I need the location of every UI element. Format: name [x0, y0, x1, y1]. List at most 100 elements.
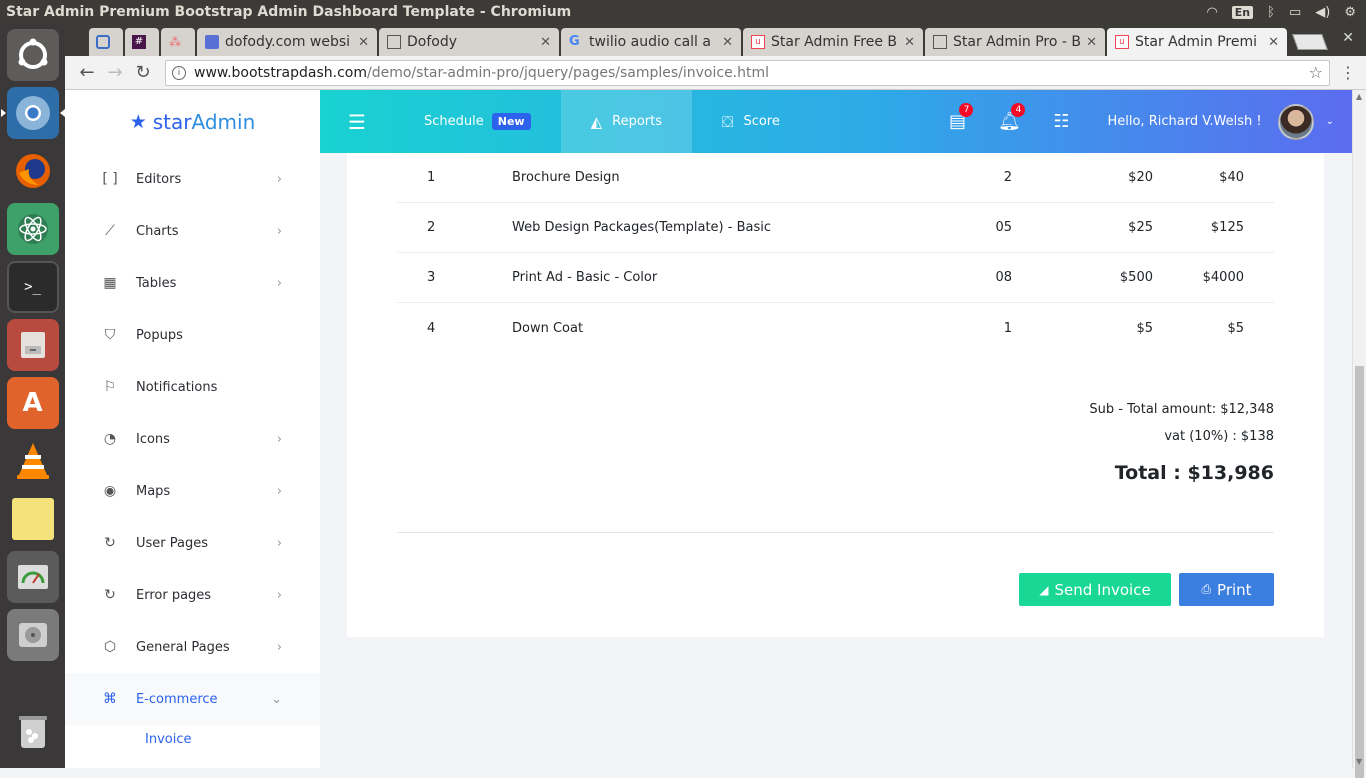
notifications-button[interactable]: 🔔︎ 4 — [983, 103, 1035, 132]
brand-logo[interactable]: ★ star Admin — [65, 90, 320, 153]
grand-total: Total : $13,986 — [1114, 462, 1274, 484]
tab-slack[interactable]: # — [125, 28, 159, 56]
trash-icon[interactable] — [6, 706, 59, 758]
chevron-down-icon: ⌄ — [271, 691, 282, 707]
forward-arrow-icon[interactable]: → — [101, 62, 129, 83]
disk-drive-icon[interactable] — [6, 609, 59, 661]
sidebar-item-notifications[interactable]: ⚐ Notifications — [65, 361, 320, 413]
system-monitor-icon[interactable] — [6, 551, 59, 603]
send-invoice-button[interactable]: ◢ Send Invoice — [1019, 573, 1171, 606]
refresh-icon: ↻ — [104, 535, 116, 551]
firefox-icon[interactable] — [6, 145, 59, 197]
chevron-right-icon: › — [276, 587, 282, 603]
window-close-icon[interactable]: ✕ — [1342, 30, 1354, 46]
chevron-right-icon: › — [276, 223, 282, 239]
chevron-right-icon: › — [276, 275, 282, 291]
sidebar-item-maps[interactable]: ◉ Maps › — [65, 465, 320, 517]
main-content: 1 Brochure Design 2 $20 $40 2 Web Design Packa… — [320, 153, 1352, 768]
volume-icon[interactable]: ◀) — [1315, 5, 1330, 20]
tab-asana[interactable]: ⁂ — [161, 28, 195, 56]
sidebar-item-user-pages[interactable]: ↻ User Pages › — [65, 517, 320, 569]
nav-schedule[interactable]: Schedule New — [394, 90, 561, 153]
tab-close-icon[interactable]: ✕ — [1086, 35, 1097, 50]
tab-close-icon[interactable]: ✕ — [904, 35, 915, 50]
sidebar-item-popups[interactable]: ⛉ Popups — [65, 309, 320, 361]
window-title: Star Admin Premium Bootstrap Admin Dashb… — [6, 4, 572, 20]
sidebar-item-label: Notifications — [136, 379, 218, 395]
address-bar[interactable]: i www.bootstrapdash.com/demo/star-admin-… — [165, 59, 1330, 86]
chromium-icon[interactable] — [0, 87, 65, 139]
sidebar-item-e-commerce[interactable]: ⌘ E-commerce ⌄ — [65, 673, 320, 725]
vlc-icon[interactable] — [6, 435, 59, 487]
sidebar-item-icons[interactable]: ◔ Icons › — [65, 413, 320, 465]
battery-icon[interactable]: ▭ — [1289, 5, 1301, 20]
sidebar-item-tables[interactable]: ▦ Tables › — [65, 257, 320, 309]
area-chart-icon: ◭ — [590, 112, 603, 131]
chevron-right-icon: › — [276, 535, 282, 551]
sidebar-subitem-invoice[interactable]: Invoice — [65, 725, 320, 753]
tab-dofody[interactable]: Dofody ✕ — [379, 28, 559, 56]
scrollbar-thumb[interactable] — [1355, 366, 1364, 778]
cell-qty: 2 — [1003, 170, 1012, 185]
bluetooth-icon[interactable]: ᛒ — [1267, 5, 1275, 20]
nav-reports[interactable]: ◭ Reports — [560, 90, 693, 153]
settings-gear-icon[interactable]: ⚙ — [1344, 5, 1356, 20]
sidebar-item-label: General Pages — [136, 639, 230, 655]
google-icon: G — [569, 34, 580, 49]
software-center-icon[interactable]: A — [6, 377, 59, 429]
file-cabinet-icon[interactable] — [6, 319, 59, 371]
sticky-notes-icon[interactable] — [6, 493, 59, 545]
atom-editor-icon[interactable] — [6, 203, 59, 255]
wifi-icon[interactable]: ◠ — [1206, 5, 1217, 20]
cell-description: Web Design Packages(Template) - Basic — [512, 220, 771, 235]
chevron-right-icon: › — [276, 639, 282, 655]
browser-menu-icon[interactable]: ⋮ — [1338, 63, 1358, 82]
tab-close-icon[interactable]: ✕ — [540, 35, 551, 50]
terminal-icon[interactable]: >_ — [6, 261, 59, 313]
doc-icon — [205, 35, 219, 49]
sidebar-item-general-pages[interactable]: ⬡ General Pages › — [65, 621, 320, 673]
ubuntu-dash-icon[interactable] — [6, 29, 59, 81]
page-icon — [387, 35, 401, 49]
site-info-icon[interactable]: i — [172, 65, 186, 80]
cell-num: 3 — [427, 270, 436, 285]
scroll-down-icon[interactable]: ▼ — [1356, 757, 1362, 766]
tab-close-icon[interactable]: ✕ — [722, 35, 733, 50]
tab-dofody-doc[interactable]: dofody.com websi ✕ — [197, 28, 377, 56]
scroll-up-icon[interactable]: ▲ — [1356, 92, 1362, 101]
nav-score[interactable]: ⛋ Score — [692, 90, 810, 153]
url-host: www.bootstrapdash.com — [194, 64, 368, 81]
sidebar-item-label: Icons — [136, 431, 170, 447]
tab-star-admin-pro[interactable]: Star Admin Pro - B ✕ — [925, 28, 1105, 56]
back-arrow-icon[interactable]: ← — [73, 62, 101, 83]
shield-icon: ⛉ — [104, 327, 116, 343]
bookmark-star-icon[interactable]: ☆ — [1309, 63, 1323, 82]
table-row: 3 Print Ad - Basic - Color 08 $500 $4000 — [397, 253, 1274, 303]
new-tab-button[interactable] — [1292, 34, 1328, 50]
command-icon: ⌘ — [103, 691, 117, 707]
sidebar-item-label: Charts — [136, 223, 179, 239]
sidebar-item-charts[interactable]: ⟋ Charts › — [65, 205, 320, 257]
sidebar-item-error-pages[interactable]: ↻ Error pages › — [65, 569, 320, 621]
cell-unit: $500 — [1119, 270, 1153, 285]
omnibar: ← → ↻ i www.bootstrapdash.com/demo/star-… — [65, 56, 1366, 90]
tab-twilio[interactable]: Gtwilio audio call a ✕ — [561, 28, 741, 56]
keyboard-layout-indicator[interactable]: En — [1231, 5, 1254, 19]
sidebar-item-editors[interactable]: [ ] Editors › — [65, 153, 320, 205]
map-pin-icon: ◉ — [103, 483, 117, 499]
settings-sliders-button[interactable]: ☷ — [1035, 111, 1087, 132]
cell-description: Print Ad - Basic - Color — [512, 270, 658, 285]
tab-star-admin-free[interactable]: u Star Admin Free B ✕ — [743, 28, 923, 56]
page-scrollbar[interactable]: ▲ ▼ — [1352, 90, 1366, 778]
tab-close-icon[interactable]: ✕ — [358, 35, 369, 50]
chevron-down-icon[interactable]: ⌄ — [1326, 116, 1334, 127]
avatar[interactable] — [1277, 103, 1314, 140]
messages-button[interactable]: ▤ 7 — [931, 103, 983, 132]
tab-close-icon[interactable]: ✕ — [1268, 35, 1279, 50]
reload-icon[interactable]: ↻ — [129, 62, 157, 83]
tab-star-admin-premium[interactable]: u Star Admin Premi ✕ — [1107, 28, 1287, 56]
user-greeting[interactable]: Hello, Richard V.Welsh ! — [1107, 114, 1261, 129]
hamburger-menu-icon[interactable]: ☰ — [320, 110, 394, 134]
tab-mail[interactable] — [89, 28, 123, 56]
print-button[interactable]: ⎙ Print — [1179, 573, 1274, 606]
